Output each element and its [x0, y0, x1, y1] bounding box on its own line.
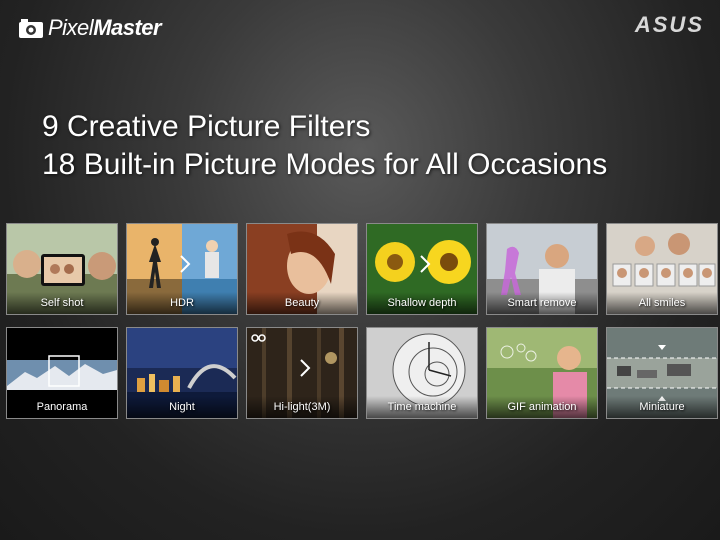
mode-tile-hdr[interactable]: HDR — [126, 223, 238, 315]
pixelmaster-logo: PixelMaster — [18, 14, 162, 42]
mode-label: Time machine — [367, 396, 477, 418]
mode-label: GIF animation — [487, 396, 597, 418]
mode-label: Miniature — [607, 396, 717, 418]
mode-label: All smiles — [607, 292, 717, 314]
mode-tile-hi-light[interactable]: Hi-light(3M) — [246, 327, 358, 419]
mode-tile-time-machine[interactable]: Time machine — [366, 327, 478, 419]
mode-tile-shallow-depth[interactable]: Shallow depth — [366, 223, 478, 315]
chevron-right-icon — [180, 255, 191, 273]
mode-label: Night — [127, 396, 237, 418]
mode-tile-miniature[interactable]: Miniature — [606, 327, 718, 419]
mode-label: Beauty — [247, 292, 357, 314]
mode-label: Panorama — [7, 396, 117, 418]
picture-modes-grid: Self shot HDR Beauty Shallow depth Smart… — [6, 223, 718, 423]
headline: 9 Creative Picture Filters 18 Built-in P… — [42, 108, 607, 184]
logo-text: PixelMaster — [48, 15, 162, 40]
mode-tile-self-shot[interactable]: Self shot — [6, 223, 118, 315]
mode-label: Self shot — [7, 292, 117, 314]
asus-logo: ASUS — [634, 12, 704, 37]
mode-tile-all-smiles[interactable]: All smiles — [606, 223, 718, 315]
mode-label: Shallow depth — [367, 292, 477, 314]
headline-line-2: 18 Built-in Picture Modes for All Occasi… — [42, 148, 608, 181]
mode-label: HDR — [127, 292, 237, 314]
mode-tile-gif-animation[interactable]: GIF animation — [486, 327, 598, 419]
chevron-right-icon — [420, 255, 431, 273]
mode-label: Smart remove — [487, 292, 597, 314]
headline-line-1: 9 Creative Picture Filters — [42, 110, 371, 143]
mode-label: Hi-light(3M) — [247, 396, 357, 418]
mode-tile-night[interactable]: Night — [126, 327, 238, 419]
camera-icon — [19, 19, 43, 38]
chevron-right-icon — [300, 359, 311, 377]
mode-tile-smart-remove[interactable]: Smart remove — [486, 223, 598, 315]
mode-tile-panorama[interactable]: Panorama — [6, 327, 118, 419]
mode-tile-beauty[interactable]: Beauty — [246, 223, 358, 315]
